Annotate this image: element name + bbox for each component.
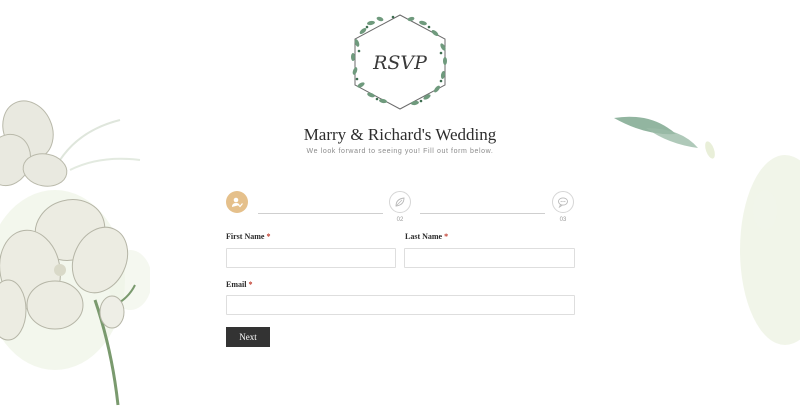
step-3-number: 03 (559, 217, 567, 223)
last-name-label: Last Name * (405, 232, 448, 241)
email-label-text: Email (226, 280, 247, 289)
required-mark: * (444, 232, 449, 241)
email-label: Email * (226, 280, 252, 289)
step-connector-2 (420, 213, 545, 214)
left-flower-illustration (0, 100, 150, 406)
last-name-label-text: Last Name (405, 232, 443, 241)
step-1-indicator[interactable] (226, 191, 248, 213)
required-mark: * (248, 280, 253, 289)
leaf-illustration (614, 116, 715, 159)
user-check-icon (232, 197, 243, 208)
first-name-label: First Name * (226, 232, 270, 241)
step-2-indicator[interactable] (389, 191, 411, 213)
email-input[interactable] (226, 295, 575, 315)
required-mark: * (266, 232, 271, 241)
last-name-input[interactable] (404, 248, 575, 268)
next-button[interactable]: Next (226, 327, 270, 347)
first-name-label-text: First Name (226, 232, 265, 241)
first-name-input[interactable] (226, 248, 396, 268)
chat-bubble-icon (558, 197, 568, 208)
watercolor-wash (740, 155, 800, 345)
page-title: Marry & Richard's Wedding (303, 125, 497, 144)
leaf-icon (395, 197, 405, 207)
step-connector-1 (258, 213, 383, 214)
step-3-indicator[interactable] (552, 191, 574, 213)
logo-text: RSVP (373, 52, 427, 74)
page-subtitle: We look forward to seeing you! Fill out … (306, 148, 494, 155)
step-2-number: 02 (396, 217, 404, 223)
